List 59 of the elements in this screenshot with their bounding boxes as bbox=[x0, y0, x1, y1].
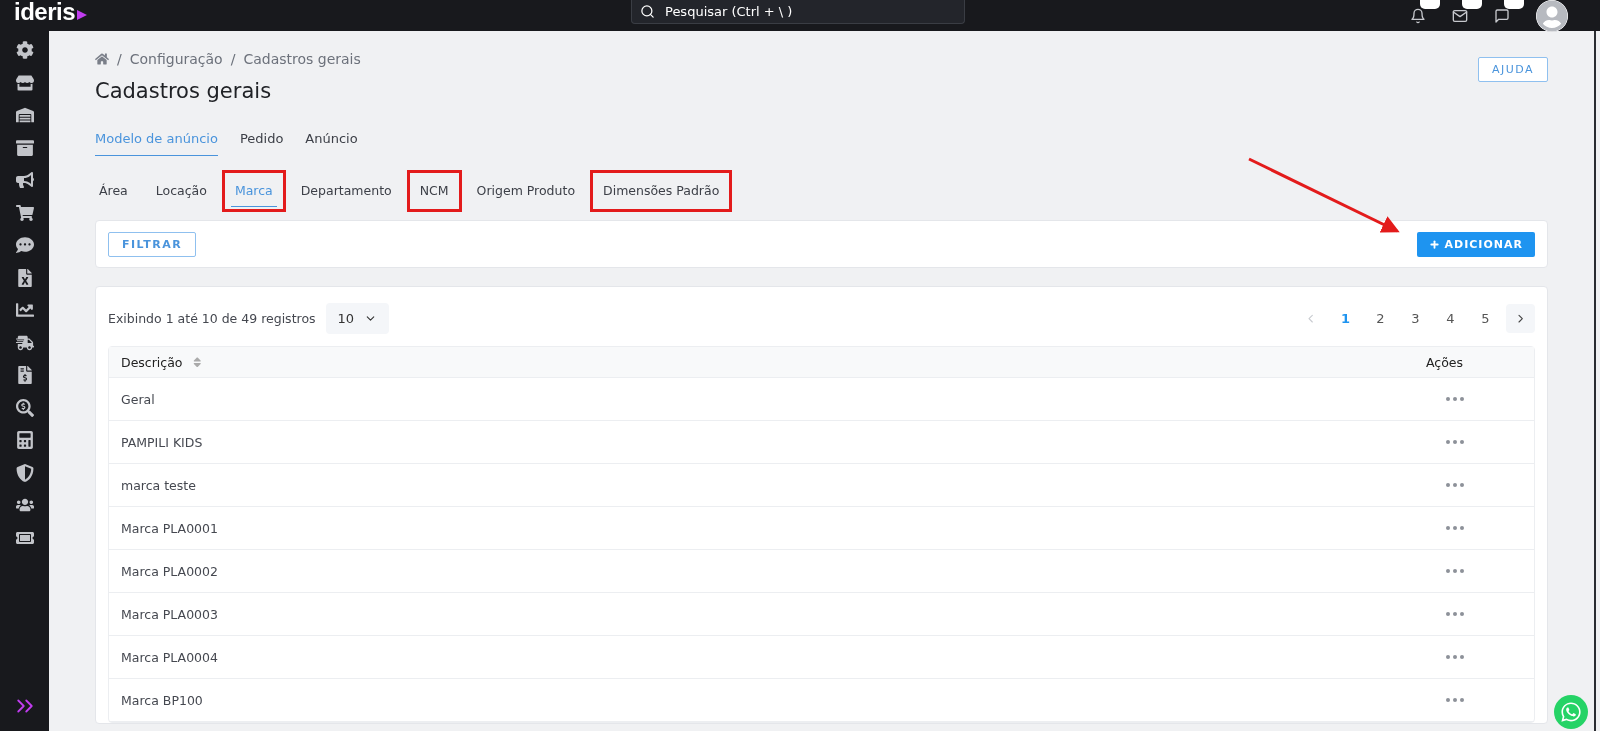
column-header: Ações bbox=[1426, 354, 1465, 370]
breadcrumb-link[interactable]: Configuração bbox=[129, 51, 223, 67]
plus-icon bbox=[1428, 238, 1440, 250]
badge bbox=[1420, 0, 1440, 9]
bell-icon[interactable] bbox=[1410, 7, 1426, 24]
table-cell-text: Marca BP100 bbox=[121, 692, 204, 708]
page-size-select[interactable]: 10 bbox=[325, 303, 390, 334]
table-cell-text: Marca PLA0004 bbox=[121, 649, 219, 665]
gear-icon[interactable] bbox=[15, 41, 34, 59]
line-chart-icon[interactable] bbox=[15, 301, 34, 319]
truck-icon[interactable] bbox=[15, 333, 34, 352]
warehouse-icon[interactable] bbox=[15, 106, 34, 124]
phone-chat-icon bbox=[1560, 701, 1582, 723]
chat-bubble-icon[interactable] bbox=[15, 236, 34, 254]
highlighted-tab[interactable]: Dimensões Padrão bbox=[590, 170, 733, 212]
store-icon[interactable] bbox=[15, 73, 34, 92]
page-button[interactable]: 5 bbox=[1471, 304, 1500, 333]
home-icon[interactable] bbox=[95, 52, 109, 66]
tab[interactable]: Origem Produto bbox=[463, 170, 589, 212]
cart-icon[interactable] bbox=[15, 203, 34, 222]
page-button[interactable]: 3 bbox=[1401, 304, 1430, 333]
highlighted-tab[interactable]: NCM bbox=[406, 170, 462, 212]
page-button[interactable]: 2 bbox=[1366, 304, 1395, 333]
message-icon[interactable] bbox=[1494, 7, 1510, 24]
breadcrumb-separator: / bbox=[230, 51, 236, 67]
breadcrumb-separator: / bbox=[117, 51, 122, 67]
dollar-document-icon[interactable] bbox=[15, 366, 34, 384]
users-icon[interactable] bbox=[15, 496, 34, 514]
tab[interactable]: Anúncio bbox=[305, 131, 358, 156]
tab[interactable]: Locação bbox=[142, 170, 220, 212]
table-cell-text: PAMPILI KIDS bbox=[121, 434, 204, 450]
table-cell-text: Marca PLA0002 bbox=[121, 563, 219, 579]
page-title: Cadastros gerais bbox=[95, 79, 273, 103]
table-cell-text: Marca PLA0001 bbox=[121, 520, 219, 536]
logo[interactable]: ideris bbox=[14, 0, 88, 26]
search-bar[interactable]: Pesquisar (Ctrl + \ ) bbox=[631, 0, 965, 24]
archive-box-icon[interactable] bbox=[15, 138, 34, 157]
calculator-icon[interactable] bbox=[15, 431, 34, 449]
avatar[interactable] bbox=[1536, 0, 1568, 32]
tab[interactable]: Área bbox=[86, 170, 141, 212]
table-cell-text: Geral bbox=[121, 391, 156, 407]
tab[interactable]: Departamento bbox=[287, 170, 405, 212]
tab[interactable]: Pedido bbox=[239, 131, 284, 156]
column-header[interactable]: Descrição bbox=[121, 354, 183, 370]
breadcrumb-link[interactable]: Cadastros gerais bbox=[243, 51, 361, 67]
badge bbox=[1504, 0, 1524, 9]
triangle-icon bbox=[77, 9, 88, 20]
search-field[interactable]: Pesquisar (Ctrl + \ ) bbox=[663, 3, 956, 20]
search-icon bbox=[640, 4, 655, 19]
page-button[interactable]: 4 bbox=[1436, 304, 1465, 333]
badge bbox=[1462, 0, 1482, 9]
records-info: Exibindo 1 até 10 de 49 registros bbox=[108, 311, 316, 326]
megaphone-icon[interactable] bbox=[15, 171, 34, 189]
table-cell-text: marca teste bbox=[121, 477, 197, 493]
mail-icon[interactable] bbox=[1452, 7, 1468, 24]
dollar-search-icon[interactable] bbox=[15, 398, 34, 417]
spreadsheet-file-icon[interactable] bbox=[15, 268, 34, 287]
table-cell-text: Marca PLA0003 bbox=[121, 606, 219, 622]
shield-icon[interactable] bbox=[15, 463, 34, 482]
